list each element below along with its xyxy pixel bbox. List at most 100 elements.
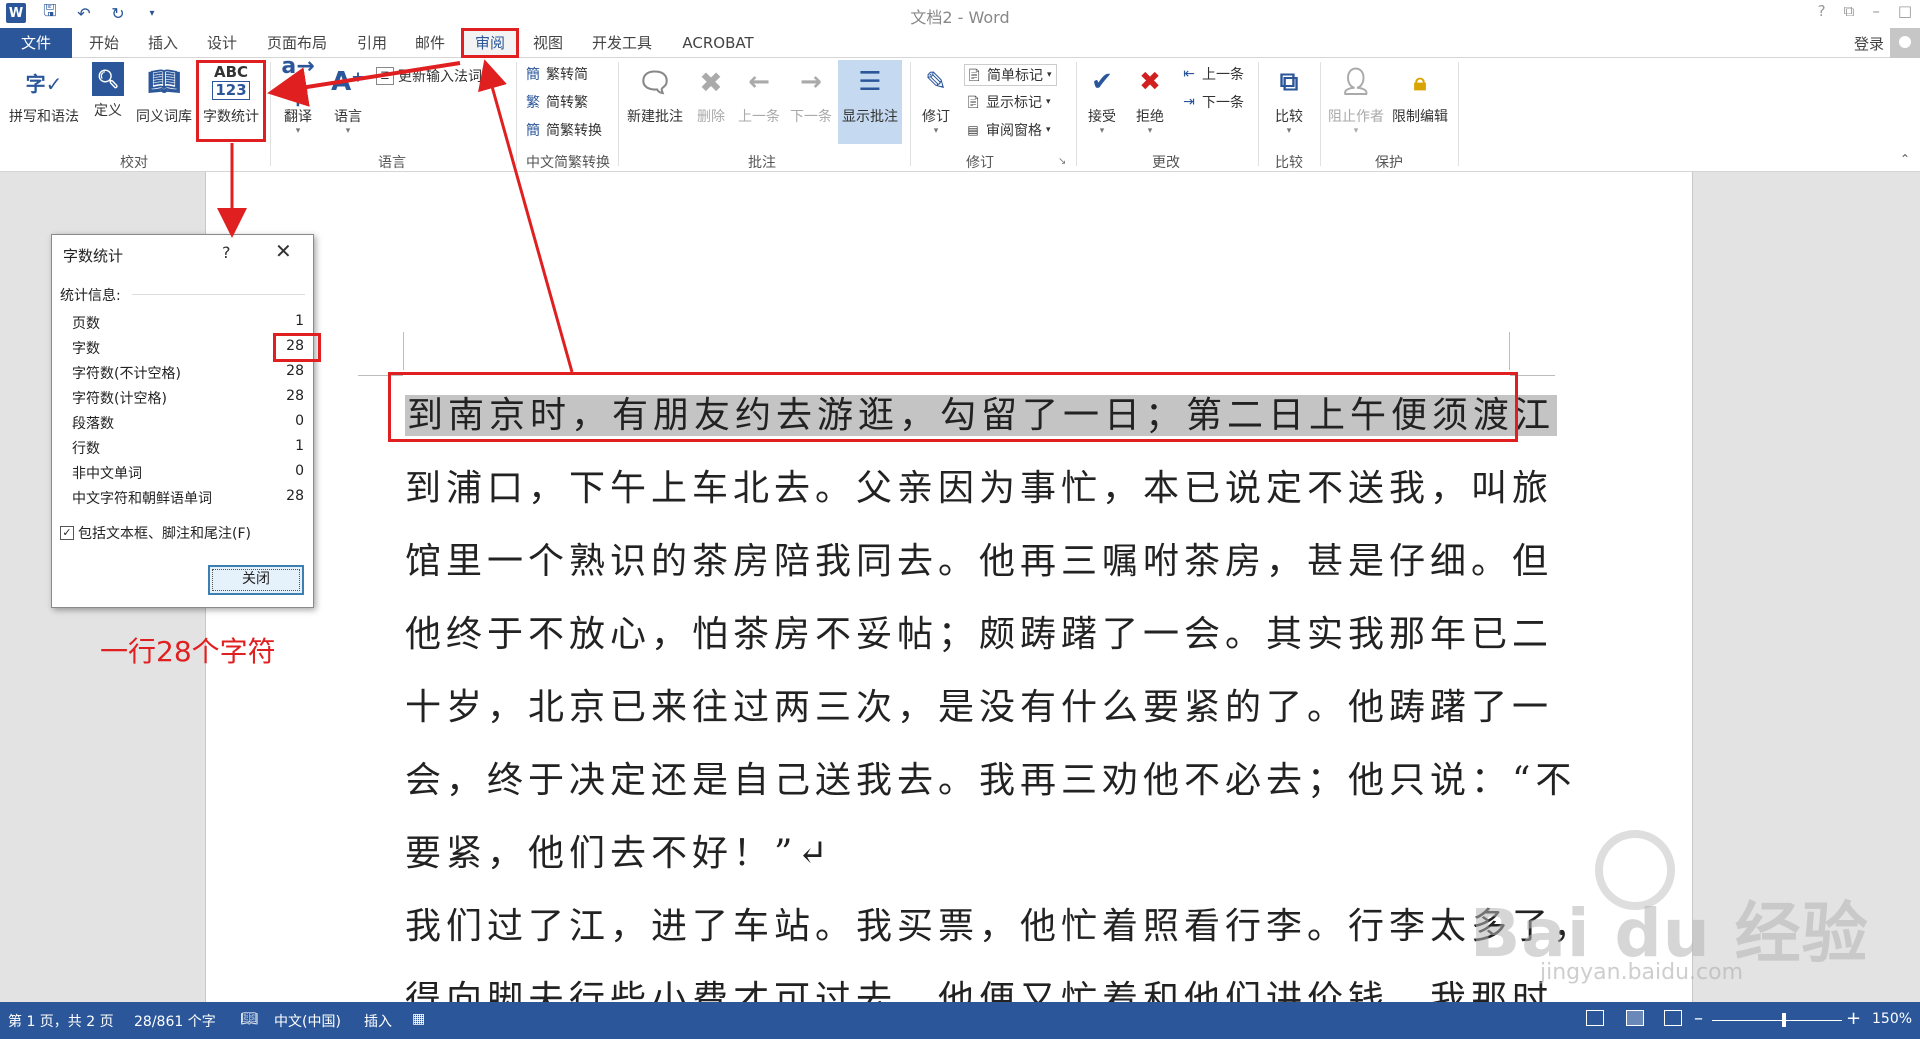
maximize-icon[interactable]: □ xyxy=(1898,2,1912,20)
accept-button[interactable]: ✔ 接受 ▾ xyxy=(1082,62,1122,136)
next-change-icon: ⇥ xyxy=(1183,94,1195,110)
delete-comment-button[interactable]: ✖ 删除 xyxy=(690,62,732,126)
dialog-close-icon[interactable]: ✕ xyxy=(275,239,292,263)
collapse-ribbon-icon[interactable]: ⌃ xyxy=(1900,152,1910,166)
tab-home[interactable]: 开始 xyxy=(86,28,122,58)
show-comments-button[interactable]: ☰ 显示批注 xyxy=(838,60,902,144)
minimize-icon[interactable]: – xyxy=(1872,2,1880,20)
tracking-dialog-launcher-icon[interactable]: ↘ xyxy=(1058,156,1066,167)
language-button[interactable]: A⁺ 语言 ▾ xyxy=(326,62,370,136)
insert-mode-status[interactable]: 插入 xyxy=(364,1011,392,1031)
tab-acrobat[interactable]: ACROBAT xyxy=(678,28,758,58)
language-status[interactable]: 中文(中国) xyxy=(274,1011,341,1031)
previous-change-button[interactable]: ⇤ 上一条 xyxy=(1180,64,1244,84)
print-layout-icon[interactable] xyxy=(1626,1010,1644,1026)
login-link[interactable]: 登录 xyxy=(1854,33,1884,54)
checkbox-check-icon[interactable]: ✓ xyxy=(60,526,74,540)
review-pane-button[interactable]: ▤ 审阅窗格 ▾ xyxy=(964,120,1051,140)
help-icon[interactable]: ? xyxy=(1818,2,1826,20)
reject-button[interactable]: ✖ 拒绝 ▾ xyxy=(1130,62,1170,136)
dialog-close-button[interactable]: 关闭 xyxy=(208,565,304,595)
stat-value: 1 xyxy=(295,438,304,454)
accept-dropdown-icon: ▾ xyxy=(1099,126,1105,136)
tab-file[interactable]: 文件 xyxy=(0,28,72,58)
separator xyxy=(1458,62,1459,166)
tab-developer[interactable]: 开发工具 xyxy=(588,28,656,58)
dialog-help-icon[interactable]: ? xyxy=(222,243,231,262)
separator xyxy=(1258,62,1259,166)
read-mode-icon[interactable] xyxy=(1586,1010,1604,1026)
next-comment-button[interactable]: → 下一条 xyxy=(786,62,836,126)
tab-insert[interactable]: 插入 xyxy=(145,28,181,58)
thesaurus-button[interactable]: 📖︎ 同义词库 xyxy=(134,62,194,126)
show-markup-button[interactable]: 📄︎ 显示标记 ▾ xyxy=(964,92,1050,112)
chinese-conversion-button[interactable]: 簡 简繁转换 xyxy=(524,120,602,140)
word-count-status[interactable]: 28/861 个字 xyxy=(134,1011,216,1031)
previous-comment-button[interactable]: ← 上一条 xyxy=(734,62,784,126)
next-change-button[interactable]: ⇥ 下一条 xyxy=(1180,92,1244,112)
stat-row-words: 字数 28 xyxy=(72,338,304,362)
document-page[interactable] xyxy=(205,172,1693,1002)
text-line[interactable]: 会，终于决定还是自己送我去。我再三劝他不必去；他只说：“不 xyxy=(405,751,1576,803)
text-line[interactable]: 到浦口，下午上车北去。父亲因为事忙，本已说定不送我，叫旅 xyxy=(405,459,1553,511)
restrict-editing-button[interactable]: 🔒︎ 限制编辑 xyxy=(1388,62,1452,126)
thesaurus-icon: 📖︎ xyxy=(147,67,181,97)
markup-display-select[interactable]: 📄︎ 简单标记 ▾ xyxy=(964,64,1057,86)
track-changes-label: 修订 xyxy=(922,109,950,125)
comments-group-label: 批注 xyxy=(748,155,776,171)
ribbon: 字✓ 拼写和语法 🔍︎ 定义 📖︎ 同义词库 ABC 123 字数统计 校对 a… xyxy=(0,54,1920,172)
review-pane-dropdown-icon: ▾ xyxy=(1046,125,1051,135)
track-changes-icon: ✎ xyxy=(925,67,947,97)
tab-mailings[interactable]: 邮件 xyxy=(412,28,448,58)
include-textboxes-checkbox[interactable]: ✓ 包括文本框、脚注和尾注(F) xyxy=(60,523,251,543)
zoom-out-icon[interactable]: – xyxy=(1694,1008,1703,1029)
stat-value: 1 xyxy=(295,313,304,329)
tab-view[interactable]: 视图 xyxy=(530,28,566,58)
word-count-dialog: 字数统计 ? ✕ 统计信息: 页数 1 字数 28 字符数(不计空格) 28 字符数(… xyxy=(51,234,314,608)
spelling-icon: 字✓ xyxy=(25,71,63,96)
translate-dropdown-icon: ▾ xyxy=(295,126,301,136)
compare-button[interactable]: ⧉ 比较 ▾ xyxy=(1264,62,1314,137)
text-line[interactable]: 馆里一个熟识的茶房陪我同去。他再三嘱咐茶房，甚是仔细。但 xyxy=(405,532,1553,584)
stat-row-pages: 页数 1 xyxy=(72,313,304,337)
track-changes-button[interactable]: ✎ 修订 ▾ xyxy=(914,62,958,136)
stat-value: 0 xyxy=(295,413,304,429)
update-ime-button[interactable]: ☰ 更新输入法词典 xyxy=(376,66,496,86)
tab-review[interactable]: 审阅 xyxy=(461,28,519,58)
ribbon-display-icon[interactable]: ⧉ xyxy=(1844,2,1855,20)
text-line[interactable]: 我们过了江，进了车站。我买票，他忙着照看行李。行李太多了， xyxy=(405,897,1594,949)
tab-references[interactable]: 引用 xyxy=(354,28,390,58)
text-line[interactable]: 他终于不放心，怕茶房不妥帖；颇踌躇了一会。其实我那年已二 xyxy=(405,605,1553,657)
text-line[interactable]: 十岁，北京已来往过两三次，是没有什么要紧的了。他踌躇了一 xyxy=(405,678,1553,730)
block-authors-button[interactable]: 👤︎ 阻止作者 ▾ xyxy=(1324,62,1388,136)
spelling-grammar-button[interactable]: 字✓ 拼写和语法 xyxy=(4,62,84,126)
zoom-slider[interactable] xyxy=(1712,1020,1842,1021)
window-controls: ? ⧉ – □ xyxy=(1818,2,1912,20)
page-count[interactable]: 第 1 页，共 2 页 xyxy=(8,1011,114,1031)
word-count-value-highlight-box xyxy=(273,333,321,362)
section-divider xyxy=(132,294,305,295)
translate-button[interactable]: a→中 翻译 ▾ xyxy=(276,54,320,137)
simplified-to-traditional-button[interactable]: 繁 简转繁 xyxy=(524,92,588,112)
proofing-status-icon[interactable]: 📖︎ xyxy=(240,1011,258,1027)
spelling-label: 拼写和语法 xyxy=(9,109,79,125)
stat-label: 字数 xyxy=(72,341,100,357)
web-layout-icon[interactable] xyxy=(1664,1010,1682,1026)
text-line[interactable]: 要紧，他们去不好！”↵ xyxy=(405,824,833,876)
tab-design[interactable]: 设计 xyxy=(204,28,240,58)
text-line[interactable]: 得向脚夫行些小费才可过去。他便又忙着和他们讲价钱。我那时 xyxy=(405,970,1553,1002)
zoom-in-icon[interactable]: + xyxy=(1846,1008,1861,1029)
previous-change-label: 上一条 xyxy=(1202,67,1244,83)
macro-recording-icon[interactable]: ▦ xyxy=(412,1011,425,1027)
compare-group-label: 比较 xyxy=(1275,155,1303,171)
avatar[interactable] xyxy=(1890,28,1920,58)
traditional-to-simplified-button[interactable]: 簡 繁转简 xyxy=(524,64,588,84)
simple-markup-label: 简单标记 xyxy=(987,68,1043,84)
statistics-heading: 统计信息: xyxy=(60,288,121,304)
restrict-editing-label: 限制编辑 xyxy=(1392,109,1448,125)
zoom-slider-thumb[interactable] xyxy=(1782,1013,1786,1027)
proofing-group-label: 校对 xyxy=(120,155,148,171)
define-button[interactable]: 🔍︎ 定义 xyxy=(88,62,128,120)
zoom-level[interactable]: 150% xyxy=(1872,1011,1912,1027)
new-comment-button[interactable]: 🗨︎ 新建批注 xyxy=(622,62,688,126)
